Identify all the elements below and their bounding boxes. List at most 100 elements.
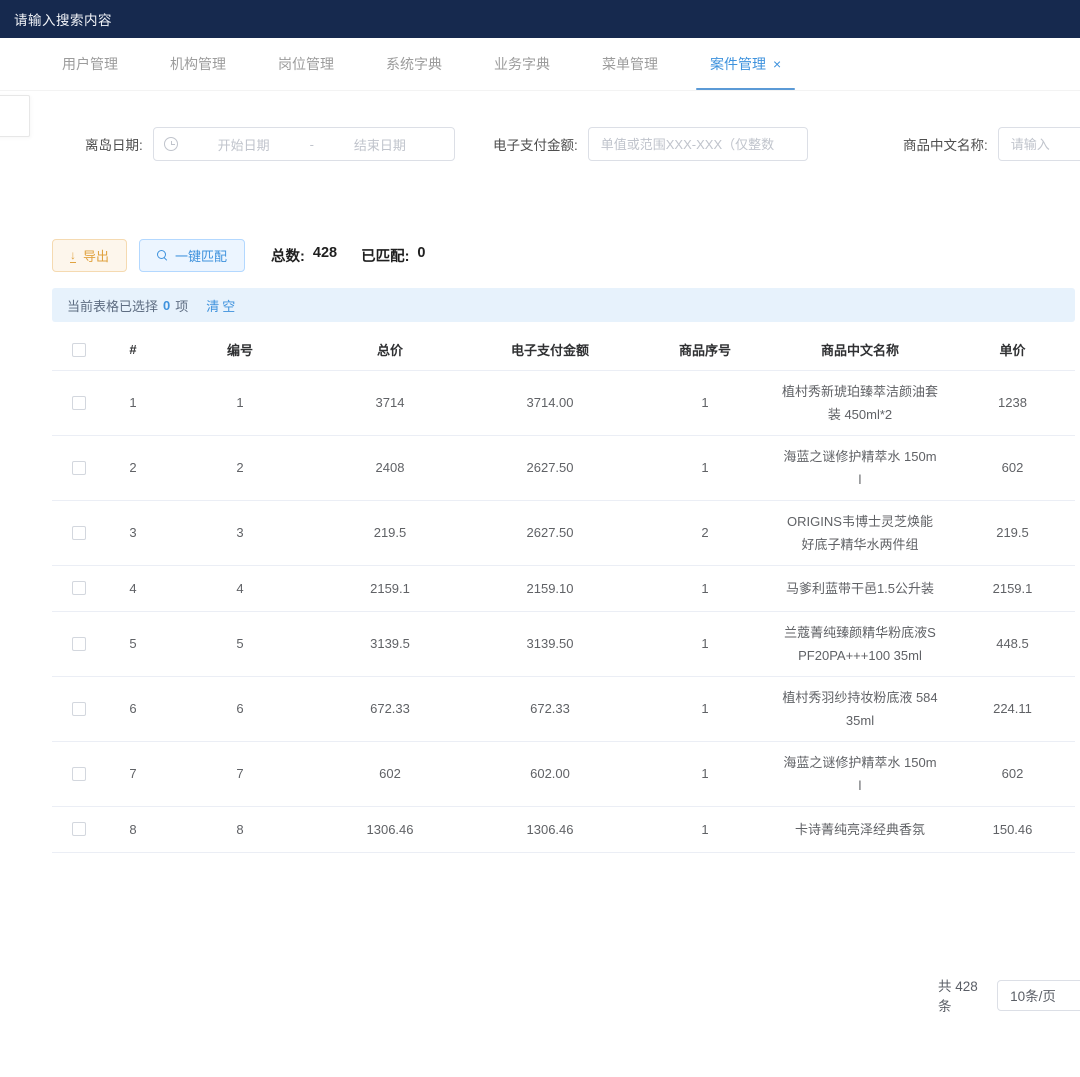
total-value: 428: [313, 245, 337, 266]
table-row: 77602602.001海蓝之谜修护精萃水 150ml602: [52, 741, 1075, 806]
cell-total: 1306.46: [320, 806, 460, 852]
column-header: 总价: [320, 330, 460, 370]
total-label: 总数:: [271, 245, 305, 266]
column-header: 电子支付金额: [460, 330, 640, 370]
cell-total: 3139.5: [320, 611, 460, 676]
table-row: 33219.52627.502ORIGINS韦博士灵芝焕能好底子精华水两件组21…: [52, 500, 1075, 565]
cell-name: 海蓝之谜修护精萃水 150ml: [770, 741, 950, 806]
tab-label: 岗位管理: [278, 54, 334, 74]
cell-index: 8: [106, 806, 160, 852]
tab-4[interactable]: 系统字典: [386, 38, 442, 90]
cell-epay: 1306.46: [460, 806, 640, 852]
cell-code: 3: [160, 500, 320, 565]
selection-prefix: 当前表格已选择: [67, 296, 158, 315]
table-row: 2224082627.501海蓝之谜修护精萃水 150ml602: [52, 435, 1075, 500]
tab-1[interactable]: 用户管理: [62, 38, 118, 90]
collapsed-panel-corner[interactable]: [0, 95, 30, 137]
column-header: #: [106, 330, 160, 370]
cell-index: 6: [106, 676, 160, 741]
close-icon[interactable]: ×: [773, 57, 781, 71]
match-button-label: 一键匹配: [175, 246, 227, 265]
depart-date-label: 离岛日期:: [85, 134, 143, 154]
cell-unit: 2159.1: [950, 565, 1075, 611]
tab-5[interactable]: 业务字典: [494, 38, 550, 90]
cell-index: 1: [106, 370, 160, 435]
start-date-input[interactable]: 开始日期: [180, 135, 308, 154]
row-checkbox[interactable]: [72, 461, 86, 475]
cell-total: 219.5: [320, 500, 460, 565]
cell-unit: 150.46: [950, 806, 1075, 852]
cell-epay: 2627.50: [460, 435, 640, 500]
row-checkbox[interactable]: [72, 396, 86, 410]
cell-index: 7: [106, 741, 160, 806]
table-row: 1137143714.001植村秀新琥珀臻萃洁颜油套装 450ml*21238: [52, 370, 1075, 435]
tab-bar: 用户管理 机构管理 岗位管理 系统字典 业务字典 菜单管理 案件管理 ×: [0, 38, 1080, 91]
table-toolbar: ↓ 导出 一键匹配 总数: 428 已匹配: 0: [52, 239, 426, 272]
cell-name: 植村秀新琥珀臻萃洁颜油套装 450ml*2: [770, 370, 950, 435]
tab-7[interactable]: 案件管理 ×: [710, 38, 781, 90]
epay-amount-label: 电子支付金额:: [493, 134, 578, 154]
cell-name: ORIGINS韦博士灵芝焕能好底子精华水两件组: [770, 500, 950, 565]
tab-label: 业务字典: [494, 54, 550, 74]
cell-code: 4: [160, 565, 320, 611]
cell-seq: 1: [640, 370, 770, 435]
global-search-input[interactable]: 请输入搜索内容: [14, 9, 112, 29]
row-checkbox[interactable]: [72, 526, 86, 540]
cell-unit: 219.5: [950, 500, 1075, 565]
tab-label: 菜单管理: [602, 54, 658, 74]
row-checkbox[interactable]: [72, 822, 86, 836]
page-size-value: 10条/页: [1010, 985, 1056, 1005]
cell-epay: 2159.10: [460, 565, 640, 611]
selection-info-bar: 当前表格已选择 0 项 清空: [52, 288, 1075, 322]
cell-name: 海蓝之谜修护精萃水 150ml: [770, 435, 950, 500]
cell-code: 5: [160, 611, 320, 676]
row-checkbox[interactable]: [72, 702, 86, 716]
row-checkbox[interactable]: [72, 767, 86, 781]
cell-total: 2408: [320, 435, 460, 500]
tab-label: 案件管理: [710, 54, 766, 74]
cell-seq: 1: [640, 435, 770, 500]
table-row: 66672.33672.331植村秀羽纱持妆粉底液 584 35ml224.11: [52, 676, 1075, 741]
cell-name: 卡诗菁纯亮泽经典香氛: [770, 806, 950, 852]
match-stats: 总数: 428 已匹配: 0: [271, 245, 425, 266]
clear-selection-link[interactable]: 清空: [206, 296, 238, 315]
filter-epay-amount: 电子支付金额:: [493, 127, 808, 161]
clock-icon: [164, 137, 178, 151]
cell-epay: 2627.50: [460, 500, 640, 565]
row-checkbox[interactable]: [72, 581, 86, 595]
cell-index: 5: [106, 611, 160, 676]
cell-index: 4: [106, 565, 160, 611]
cell-name: 植村秀羽纱持妆粉底液 584 35ml: [770, 676, 950, 741]
cell-epay: 602.00: [460, 741, 640, 806]
table-row: 553139.53139.501兰蔻菁纯臻颜精华粉底液SPF20PA+++100…: [52, 611, 1075, 676]
download-icon: ↓: [70, 249, 76, 263]
page-size-select[interactable]: 10条/页: [997, 980, 1080, 1011]
tab-label: 机构管理: [170, 54, 226, 74]
cell-seq: 1: [640, 676, 770, 741]
search-icon: [157, 250, 168, 261]
cell-epay: 672.33: [460, 676, 640, 741]
product-name-input[interactable]: [998, 127, 1080, 161]
product-name-label: 商品中文名称:: [903, 134, 988, 154]
cell-code: 6: [160, 676, 320, 741]
date-range-picker[interactable]: 开始日期 - 结束日期: [153, 127, 455, 161]
table-header-row: #编号总价电子支付金额商品序号商品中文名称单价: [52, 330, 1075, 370]
epay-amount-input[interactable]: [588, 127, 808, 161]
cell-unit: 1238: [950, 370, 1075, 435]
cell-seq: 2: [640, 500, 770, 565]
one-click-match-button[interactable]: 一键匹配: [139, 239, 245, 272]
select-all-checkbox[interactable]: [72, 343, 86, 357]
row-checkbox[interactable]: [72, 637, 86, 651]
tab-3[interactable]: 岗位管理: [278, 38, 334, 90]
cell-seq: 1: [640, 611, 770, 676]
cell-index: 2: [106, 435, 160, 500]
tab-6[interactable]: 菜单管理: [602, 38, 658, 90]
cell-code: 2: [160, 435, 320, 500]
end-date-input[interactable]: 结束日期: [316, 135, 444, 154]
export-button[interactable]: ↓ 导出: [52, 239, 127, 272]
tab-2[interactable]: 机构管理: [170, 38, 226, 90]
cell-unit: 224.11: [950, 676, 1075, 741]
cell-code: 8: [160, 806, 320, 852]
cell-total: 672.33: [320, 676, 460, 741]
matched-value: 0: [417, 245, 425, 266]
